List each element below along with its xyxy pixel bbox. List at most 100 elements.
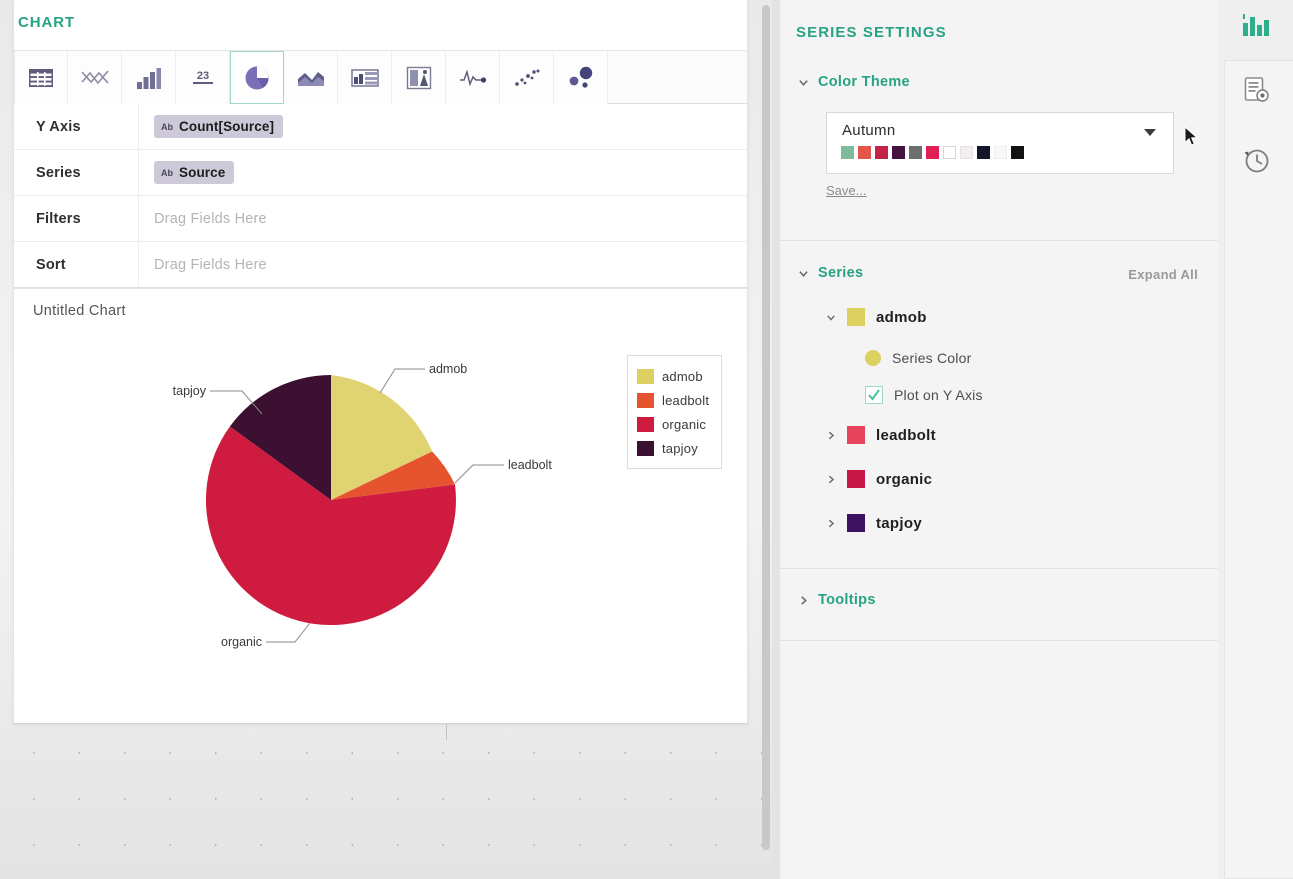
section-divider bbox=[780, 568, 1218, 569]
legend-swatch-leadbolt bbox=[637, 393, 654, 408]
combo-table-icon bbox=[351, 68, 379, 88]
line-chart-type-button[interactable] bbox=[68, 51, 122, 104]
chevron-right-icon bbox=[798, 595, 809, 606]
pill-label: Source bbox=[179, 165, 225, 180]
series-header[interactable]: Series Expand All bbox=[798, 265, 1218, 281]
color-theme-section: Color Theme Autumn Save... bbox=[780, 74, 1218, 200]
theme-swatch bbox=[858, 146, 871, 159]
theme-swatch bbox=[909, 146, 922, 159]
series-name-label: organic bbox=[876, 471, 932, 488]
save-theme-link[interactable]: Save... bbox=[826, 183, 866, 198]
expand-all-link[interactable]: Expand All bbox=[1128, 267, 1198, 282]
legend-item[interactable]: organic bbox=[637, 412, 709, 436]
shelf-row-y-axis: Y Axis Ab Count[Source] bbox=[14, 104, 747, 150]
chart-legend: admob leadbolt organic tapjoy bbox=[627, 355, 722, 469]
bubble-chart-type-button[interactable] bbox=[554, 51, 608, 104]
table-chart-type-button[interactable] bbox=[14, 51, 68, 104]
series-color-row[interactable]: Series Color bbox=[798, 339, 1218, 376]
theme-swatch bbox=[841, 146, 854, 159]
bar-chart-type-button[interactable] bbox=[122, 51, 176, 104]
number-chart-type-button[interactable]: 23 bbox=[176, 51, 230, 104]
plot-on-y-axis-checkbox[interactable] bbox=[865, 386, 883, 404]
chart-builder-icon[interactable] bbox=[1242, 13, 1270, 44]
chevron-right-icon bbox=[826, 474, 836, 485]
series-color-swatch-tapjoy[interactable] bbox=[847, 514, 865, 532]
filters-placeholder: Drag Fields Here bbox=[154, 211, 267, 227]
combo-chart-type-button[interactable] bbox=[338, 51, 392, 104]
plot-on-y-axis-row[interactable]: Plot on Y Axis bbox=[798, 376, 1218, 413]
section-divider bbox=[780, 640, 1218, 641]
shelf-drop-series[interactable]: Ab Source bbox=[138, 150, 747, 195]
pill-type-icon: Ab bbox=[161, 122, 173, 132]
history-icon[interactable] bbox=[1242, 146, 1270, 179]
chart-widget: CHART 23 bbox=[13, 0, 748, 724]
shelf-label-filters: Filters bbox=[14, 211, 138, 227]
color-theme-select[interactable]: Autumn bbox=[826, 112, 1174, 174]
chevron-right-icon bbox=[826, 430, 836, 441]
series-item-admob[interactable]: admob bbox=[798, 295, 1218, 339]
dashboard-dot-grid bbox=[0, 724, 772, 879]
theme-swatch bbox=[977, 146, 990, 159]
series-color-swatch-organic[interactable] bbox=[847, 470, 865, 488]
settings-panel-title: SERIES SETTINGS bbox=[796, 24, 947, 41]
report-settings-icon[interactable] bbox=[1242, 76, 1270, 109]
shelf-drop-y-axis[interactable]: Ab Count[Source] bbox=[138, 104, 747, 149]
sparkline-chart-type-button[interactable] bbox=[446, 51, 500, 104]
legend-swatch-admob bbox=[637, 369, 654, 384]
tooltips-header[interactable]: Tooltips bbox=[798, 592, 1218, 608]
area-chart-type-button[interactable] bbox=[284, 51, 338, 104]
legend-swatch-organic bbox=[637, 417, 654, 432]
series-item-organic[interactable]: organic bbox=[798, 457, 1218, 501]
shelf-label-series: Series bbox=[14, 165, 138, 181]
legend-item[interactable]: tapjoy bbox=[637, 436, 709, 460]
field-pill-count-source[interactable]: Ab Count[Source] bbox=[154, 115, 283, 138]
theme-swatch bbox=[892, 146, 905, 159]
series-settings-panel: SERIES SETTINGS Color Theme Autumn bbox=[780, 0, 1218, 879]
chart-panel-header: CHART bbox=[14, 0, 747, 50]
legend-item[interactable]: admob bbox=[637, 364, 709, 388]
color-theme-swatch-strip bbox=[841, 146, 1024, 159]
series-color-dot[interactable] bbox=[865, 350, 881, 366]
color-theme-header[interactable]: Color Theme bbox=[798, 74, 1218, 90]
theme-swatch bbox=[994, 146, 1007, 159]
series-name-label: admob bbox=[876, 309, 927, 326]
image-chart-type-button[interactable] bbox=[392, 51, 446, 104]
chevron-down-icon bbox=[1144, 129, 1156, 136]
main-scrollbar[interactable] bbox=[762, 5, 770, 850]
bar-chart-icon bbox=[136, 67, 162, 89]
theme-swatch bbox=[926, 146, 939, 159]
pill-type-icon: Ab bbox=[161, 168, 173, 178]
field-pill-source[interactable]: Ab Source bbox=[154, 161, 234, 184]
series-color-swatch-leadbolt[interactable] bbox=[847, 426, 865, 444]
theme-swatch bbox=[943, 146, 956, 159]
shelf-row-series: Series Ab Source bbox=[14, 150, 747, 196]
series-item-tapjoy[interactable]: tapjoy bbox=[798, 501, 1218, 545]
color-theme-label: Color Theme bbox=[818, 74, 910, 90]
legend-label: tapjoy bbox=[662, 441, 698, 456]
panel-divider bbox=[772, 0, 780, 879]
chevron-down-icon bbox=[798, 77, 809, 88]
shelf-drop-filters[interactable]: Drag Fields Here bbox=[138, 196, 747, 241]
series-color-swatch-admob[interactable] bbox=[847, 308, 865, 326]
legend-item[interactable]: leadbolt bbox=[637, 388, 709, 412]
series-name-label: leadbolt bbox=[876, 427, 936, 444]
page-title: CHART bbox=[18, 14, 75, 31]
pie-chart-icon bbox=[244, 65, 270, 91]
pie-label-organic: organic bbox=[221, 635, 262, 649]
chart-type-toolbar[interactable]: 23 bbox=[14, 50, 747, 104]
scatter-chart-type-button[interactable] bbox=[500, 51, 554, 104]
shelf-drop-sort[interactable]: Drag Fields Here bbox=[138, 242, 747, 287]
shelf-row-sort: Sort Drag Fields Here bbox=[14, 242, 747, 288]
pie-label-admob: admob bbox=[429, 362, 467, 376]
legend-label: organic bbox=[662, 417, 706, 432]
pie-label-tapjoy: tapjoy bbox=[173, 384, 207, 398]
line-chart-icon bbox=[81, 68, 109, 88]
series-item-leadbolt[interactable]: leadbolt bbox=[798, 413, 1218, 457]
pie-chart-type-button[interactable] bbox=[230, 51, 284, 104]
legend-label: admob bbox=[662, 369, 703, 384]
shelf-label-y-axis: Y Axis bbox=[14, 119, 138, 135]
legend-label: leadbolt bbox=[662, 393, 709, 408]
series-section: Series Expand All admob Series Color Plo… bbox=[780, 265, 1218, 545]
tooltips-label: Tooltips bbox=[818, 592, 876, 608]
chevron-down-icon bbox=[826, 312, 836, 323]
